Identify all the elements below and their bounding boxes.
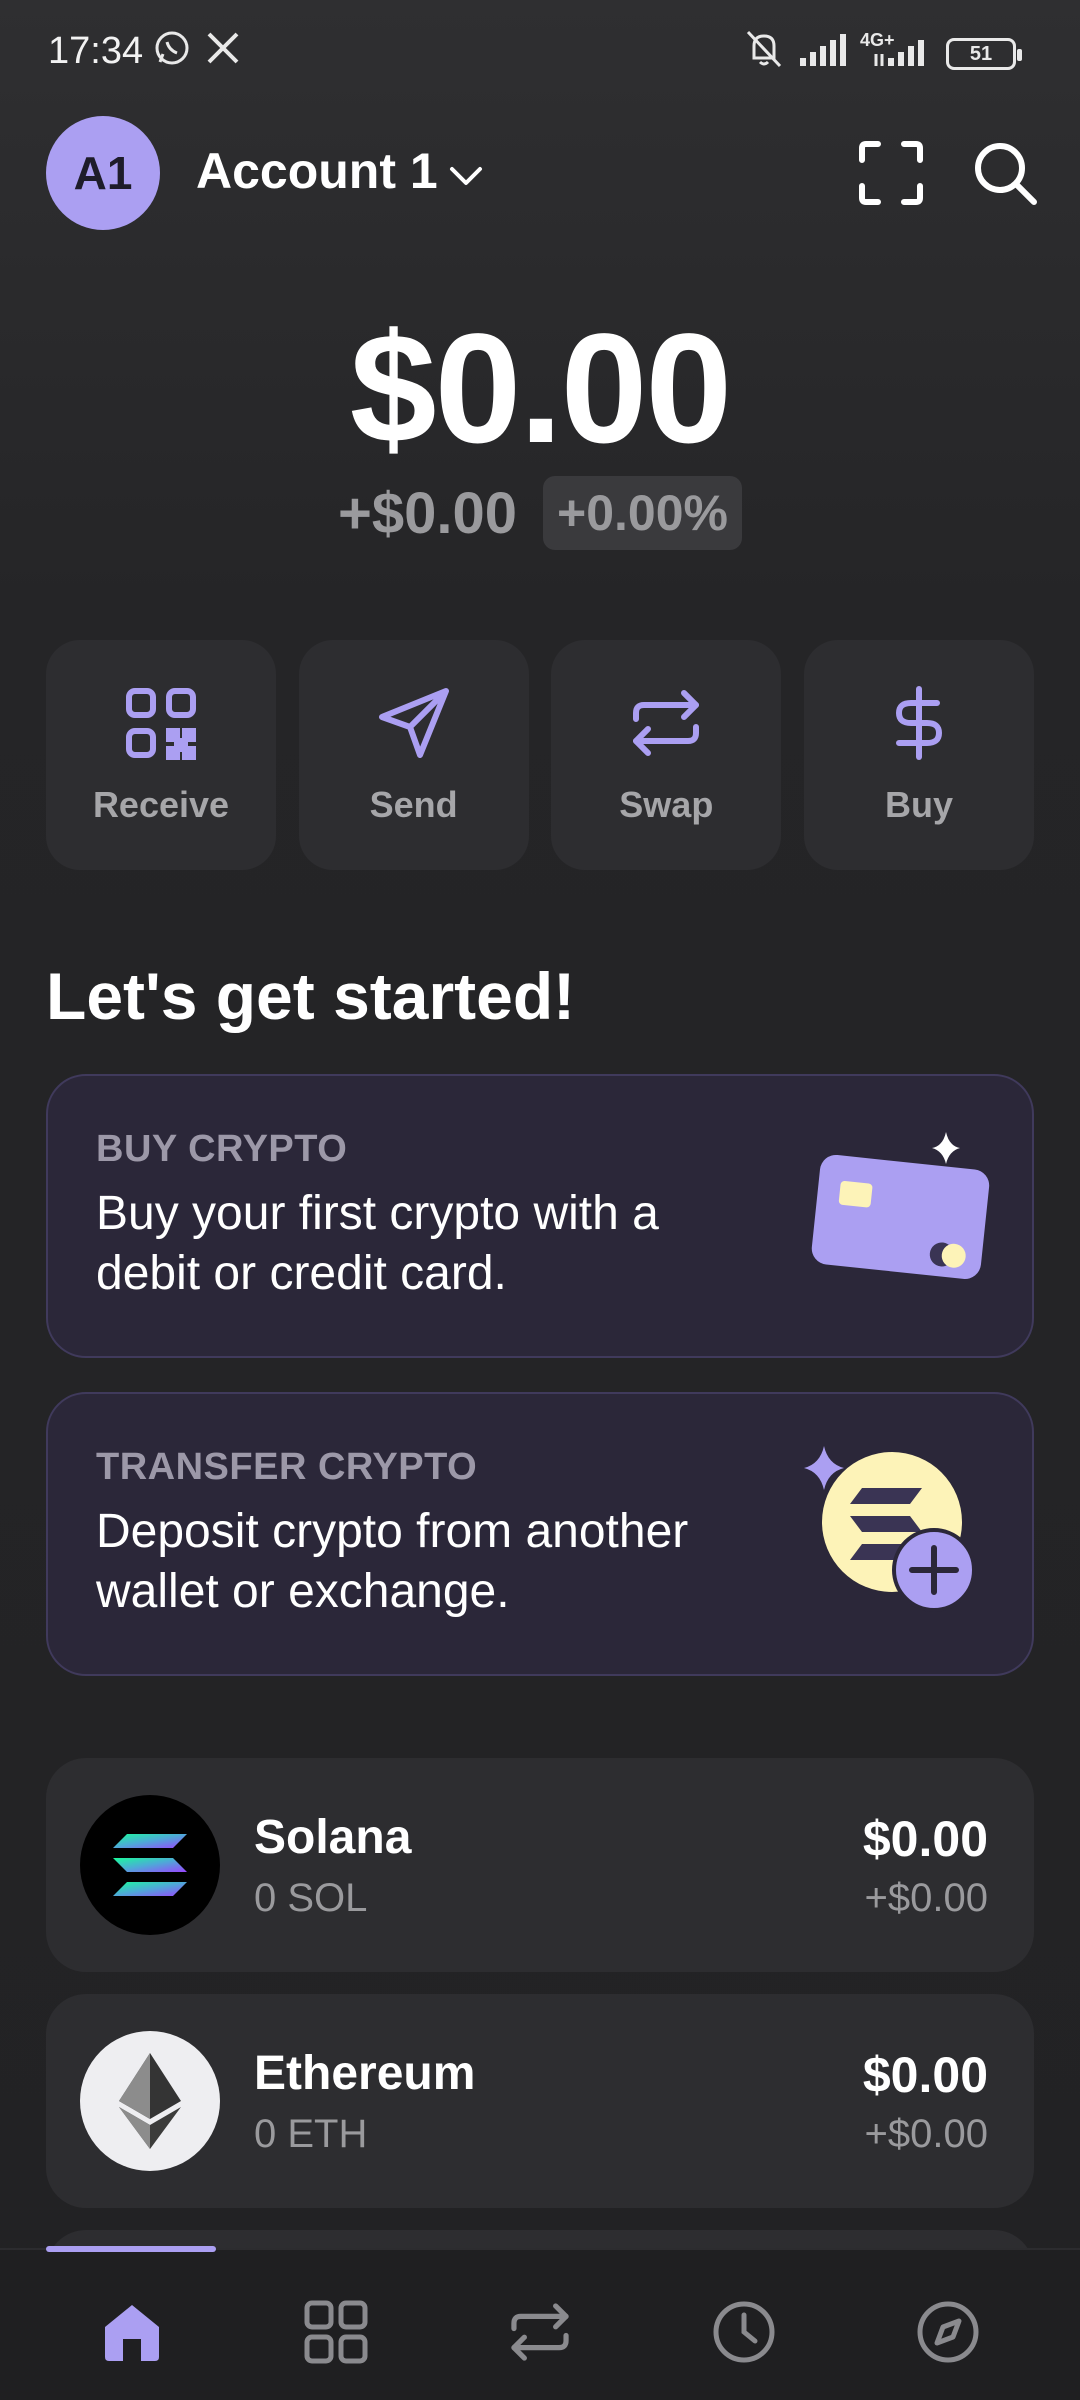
battery-indicator: 51 <box>946 38 1022 70</box>
swap-icon[interactable] <box>502 2294 578 2370</box>
quick-actions: Receive Send Swap Buy <box>46 640 1034 870</box>
promo-text: Buy your first crypto with a debit or cr… <box>96 1187 659 1300</box>
ethereum-icon <box>80 2031 220 2171</box>
explore-icon[interactable] <box>910 2294 986 2370</box>
token-change: +$0.00 <box>864 2112 988 2156</box>
swap-button[interactable]: Swap <box>551 640 782 870</box>
balance-change-pct: +0.00% <box>543 476 742 550</box>
scan-icon[interactable] <box>858 140 924 206</box>
search-icon[interactable] <box>972 140 1038 206</box>
send-button[interactable]: Send <box>298 640 529 870</box>
transfer-illustration <box>800 1446 980 1621</box>
account-name: Account 1 <box>196 143 438 199</box>
dollar-icon <box>881 685 957 766</box>
buy-crypto-card[interactable]: BUY CRYPTO Buy your first crypto with a … <box>46 1074 1034 1358</box>
get-started-title: Let's get started! <box>46 959 576 1033</box>
x-app-icon <box>204 28 242 73</box>
token-amount: 0 ETH <box>254 2112 368 2156</box>
total-balance: $0.00 <box>349 302 732 476</box>
buy-button[interactable]: Buy <box>803 640 1034 870</box>
grid-icon[interactable] <box>298 2294 374 2370</box>
swap-icon <box>628 685 704 766</box>
balance-change: +$0.00 +0.00% <box>0 476 1080 550</box>
chevron-down-icon <box>448 142 484 200</box>
token-amount: 0 SOL <box>254 1876 368 1920</box>
token-value: $0.00 <box>862 2047 988 2103</box>
qr-code-icon <box>123 685 199 766</box>
promo-kicker: TRANSFER CRYPTO <box>96 1446 478 1488</box>
transfer-crypto-card[interactable]: TRANSFER CRYPTO Deposit crypto from anot… <box>46 1392 1034 1676</box>
home-icon[interactable] <box>94 2294 170 2370</box>
send-icon <box>376 685 452 766</box>
token-name: Ethereum <box>254 2047 476 2100</box>
buy-label: Buy <box>884 783 953 825</box>
solana-icon <box>80 1795 220 1935</box>
token-row-ethereum[interactable]: Ethereum 0 ETH $0.00 +$0.00 <box>46 1994 1034 2208</box>
avatar[interactable]: A1 <box>46 116 160 230</box>
nav-active-indicator <box>46 2246 216 2252</box>
status-time: 17:34 <box>48 30 144 72</box>
token-name: Solana <box>254 1811 412 1864</box>
status-bar: 17:34 4G+ 51 <box>0 0 1080 110</box>
credit-card-illustration <box>806 1132 996 1287</box>
history-icon[interactable] <box>706 2294 782 2370</box>
promo-kicker: BUY CRYPTO <box>96 1128 348 1170</box>
swap-label: Swap <box>619 783 714 825</box>
send-label: Send <box>369 783 458 825</box>
mute-icon <box>744 28 784 75</box>
receive-label: Receive <box>92 783 230 825</box>
token-change: +$0.00 <box>864 1876 988 1920</box>
whatsapp-icon <box>152 28 192 73</box>
token-row-solana[interactable]: Solana 0 SOL $0.00 +$0.00 <box>46 1758 1034 1972</box>
token-value: $0.00 <box>862 1811 988 1867</box>
receive-button[interactable]: Receive <box>46 640 276 870</box>
balance-change-abs: +$0.00 <box>338 480 518 546</box>
account-switcher[interactable]: Account 1 <box>196 142 484 200</box>
bottom-nav <box>0 2246 1080 2400</box>
signal-icon <box>798 34 846 73</box>
promo-text: Deposit crypto from another wallet or ex… <box>96 1505 689 1618</box>
signal-4g-icon <box>874 34 932 73</box>
